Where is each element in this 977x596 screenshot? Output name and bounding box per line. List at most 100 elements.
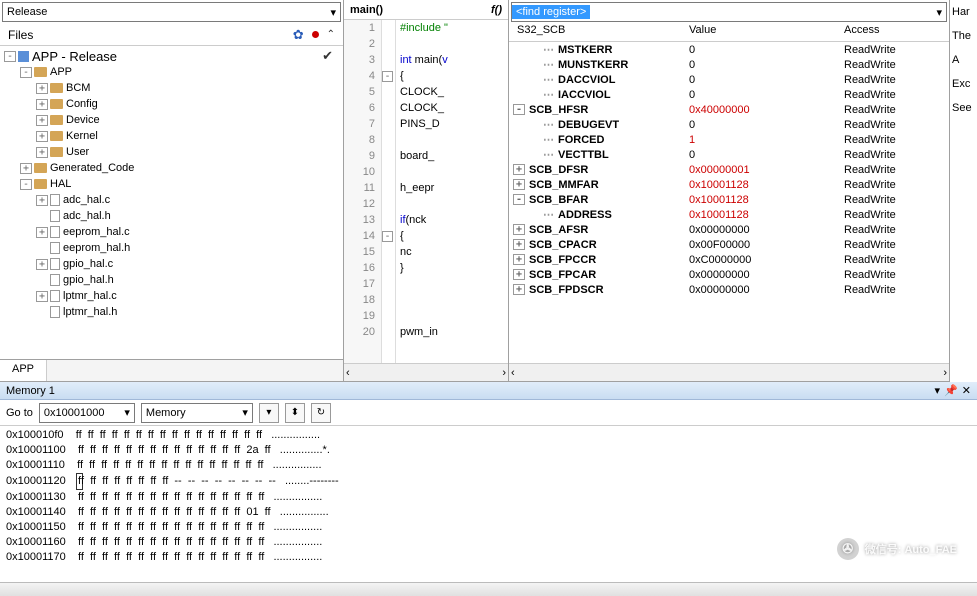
expander-icon[interactable]: + [513,179,525,190]
register-row[interactable]: ⋯DEBUGEVT0ReadWrite [509,117,949,132]
register-row[interactable]: ⋯MUNSTKERR0ReadWrite [509,57,949,72]
expander-icon[interactable]: + [36,99,48,110]
memory-refresh-button[interactable]: ↻ [311,403,331,423]
fn-icon[interactable]: f() [491,4,502,16]
file-icon [50,290,60,302]
tree-item[interactable]: +User [0,144,343,160]
project-tabs: APP [0,359,343,381]
bottom-scrollbar[interactable] [0,582,977,596]
fold-icon[interactable]: - [382,71,393,82]
goto-label: Go to [6,407,33,419]
tree-item[interactable]: -APP [0,64,343,80]
memory-format-button[interactable]: ⬍ [285,403,305,423]
expander-icon[interactable]: - [513,194,525,205]
register-row[interactable]: +SCB_FPCCR0xC0000000ReadWrite [509,252,949,267]
register-row[interactable]: +SCB_FPCAR0x00000000ReadWrite [509,267,949,282]
register-row[interactable]: -SCB_HFSR0x40000000ReadWrite [509,102,949,117]
expander-icon[interactable]: - [20,179,32,190]
register-name: SCB_BFAR [529,194,588,206]
side-item[interactable]: The [952,30,975,42]
code-editor[interactable]: 1234567891011121314151617181920 -- #incl… [344,20,508,363]
expander-icon[interactable]: - [4,51,16,62]
register-row[interactable]: ⋯FORCED1ReadWrite [509,132,949,147]
side-item[interactable]: Har [952,6,975,18]
tree-item[interactable]: gpio_hal.h [0,272,343,288]
memory-type-select[interactable]: Memory▾ [141,403,253,423]
tree-item[interactable]: adc_hal.h [0,208,343,224]
register-value: 0x00000001 [689,164,844,176]
files-panel: Release ▾ Files ✿ ⌃ -APP - Release✔-APP+… [0,0,344,381]
memory-content[interactable]: 0x100010f0 ff ff ff ff ff ff ff ff ff ff… [0,426,977,582]
register-name: FORCED [558,134,604,146]
tree-item[interactable]: +Generated_Code [0,160,343,176]
expander-icon[interactable]: - [513,104,525,115]
expander-icon[interactable]: + [36,291,48,302]
expander-icon[interactable]: + [36,259,48,270]
expander-icon[interactable]: + [20,163,32,174]
tree-item[interactable]: -HAL [0,176,343,192]
tree-item[interactable]: +Kernel [0,128,343,144]
side-item[interactable]: A [952,54,975,66]
register-row[interactable]: +SCB_MMFAR0x10001128ReadWrite [509,177,949,192]
register-row[interactable]: ⋯IACCVIOL0ReadWrite [509,87,949,102]
register-row[interactable]: +SCB_FPDSCR0x00000000ReadWrite [509,282,949,297]
checkmark-icon: ✔ [322,48,333,64]
tree-item[interactable]: +eeprom_hal.c [0,224,343,240]
expander-icon[interactable]: + [36,115,48,126]
side-item[interactable]: See [952,102,975,114]
pin-icon[interactable]: 📌 [944,384,958,397]
register-row[interactable]: ⋯DACCVIOL0ReadWrite [509,72,949,87]
file-tree[interactable]: -APP - Release✔-APP+BCM+Config+Device+Ke… [0,46,343,359]
register-row[interactable]: ⋯VECTTBL0ReadWrite [509,147,949,162]
expander-icon[interactable]: + [36,227,48,238]
memory-address-input[interactable]: 0x10001000▾ [39,403,135,423]
register-row[interactable]: ⋯MSTKERR0ReadWrite [509,42,949,57]
tree-item[interactable]: eeprom_hal.h [0,240,343,256]
expander-icon[interactable]: + [36,147,48,158]
caret-icon[interactable]: ⌃ [327,29,335,40]
tree-item[interactable]: +lptmr_hal.c [0,288,343,304]
register-row[interactable]: +SCB_AFSR0x00000000ReadWrite [509,222,949,237]
gear-icon[interactable]: ✿ [293,27,304,43]
tab-app[interactable]: APP [0,360,47,381]
register-row[interactable]: +SCB_CPACR0x00F00000ReadWrite [509,237,949,252]
tree-item[interactable]: +Config [0,96,343,112]
files-header: Files ✿ ⌃ [0,24,343,46]
dropdown-icon[interactable]: ▾ [935,384,941,397]
tree-item[interactable]: +adc_hal.c [0,192,343,208]
code-hscroll[interactable]: ‹› [344,363,508,381]
chevron-down-icon: ▾ [936,6,946,19]
tree-item[interactable]: +BCM [0,80,343,96]
tree-label: adc_hal.h [63,210,111,222]
folder-icon [50,83,63,93]
register-body[interactable]: ⋯MSTKERR0ReadWrite⋯MUNSTKERR0ReadWrite⋯D… [509,42,949,363]
expander-icon[interactable]: + [36,131,48,142]
expander-icon[interactable]: - [20,67,32,78]
register-row[interactable]: ⋯ADDRESS0x10001128ReadWrite [509,207,949,222]
find-register-input[interactable]: <find register> ▾ [511,2,947,22]
expander-icon[interactable]: + [513,224,525,235]
expander-icon[interactable]: + [36,195,48,206]
tree-item[interactable]: +gpio_hal.c [0,256,343,272]
expander-icon[interactable]: + [513,164,525,175]
record-dot-icon[interactable] [312,31,319,38]
expander-icon[interactable]: + [513,239,525,250]
memory-row: 0x10001110 ff ff ff ff ff ff ff ff ff ff… [6,458,971,473]
tree-item[interactable]: +Device [0,112,343,128]
close-icon[interactable]: ✕ [962,384,971,397]
register-row[interactable]: +SCB_DFSR0x00000001ReadWrite [509,162,949,177]
memory-down-button[interactable]: ▾ [259,403,279,423]
tree-item[interactable]: lptmr_hal.h [0,304,343,320]
expander-icon[interactable]: + [513,269,525,280]
expander-icon[interactable]: + [36,83,48,94]
register-value: 0x10001128 [689,209,844,221]
register-access: ReadWrite [844,89,949,101]
expander-icon[interactable]: + [513,284,525,295]
side-item[interactable]: Exc [952,78,975,90]
tree-item[interactable]: -APP - Release✔ [0,48,343,64]
reg-hscroll[interactable]: ‹› [509,363,949,381]
register-row[interactable]: -SCB_BFAR0x10001128ReadWrite [509,192,949,207]
fold-icon[interactable]: - [382,231,393,242]
expander-icon[interactable]: + [513,254,525,265]
release-dropdown[interactable]: Release ▾ [2,2,341,22]
